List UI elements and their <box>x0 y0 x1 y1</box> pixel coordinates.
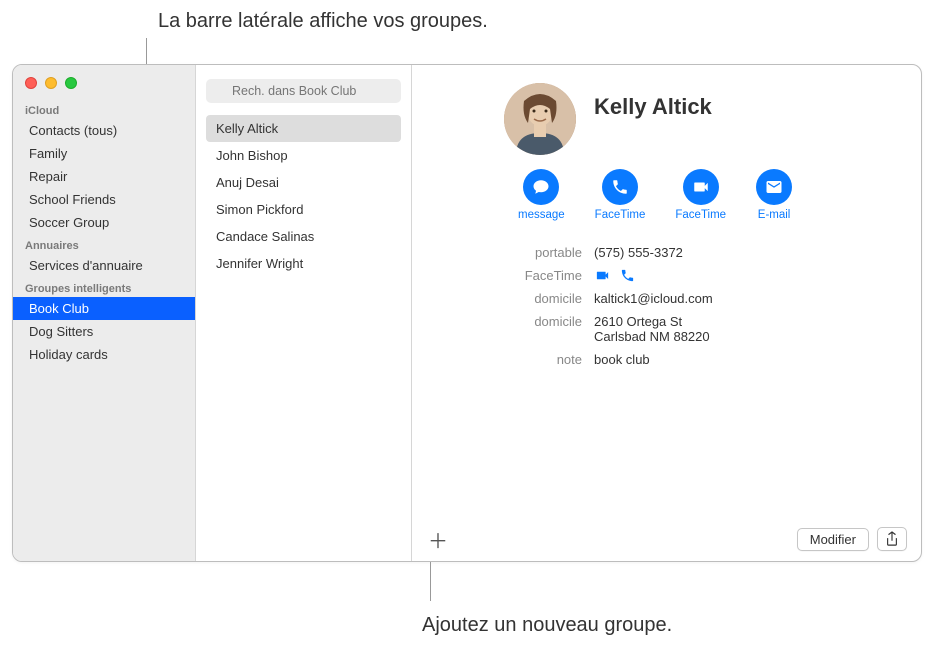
bottom-toolbar: ＋ Modifier <box>412 517 921 561</box>
field-label-address: domicile <box>434 314 582 344</box>
sidebar-item-directory-services[interactable]: Services d'annuaire <box>13 254 195 277</box>
sidebar-section-header: iCloud <box>13 99 195 119</box>
field-value-mobile[interactable]: (575) 555-3372 <box>594 245 899 260</box>
sidebar-section-header: Groupes intelligents <box>13 277 195 297</box>
field-value-email[interactable]: kaltick1@icloud.com <box>594 291 899 306</box>
list-item[interactable]: John Bishop <box>206 142 401 169</box>
address-line: Carlsbad NM 88220 <box>594 329 899 344</box>
field-value-address[interactable]: 2610 Ortega St Carlsbad NM 88220 <box>594 314 899 344</box>
edit-button[interactable]: Modifier <box>797 528 869 551</box>
minimize-icon[interactable] <box>45 77 57 89</box>
add-button[interactable]: ＋ <box>426 527 450 551</box>
list-item[interactable]: Kelly Altick <box>206 115 401 142</box>
avatar <box>504 83 576 155</box>
plus-icon: ＋ <box>428 525 448 554</box>
callout-line-bottom <box>430 562 431 601</box>
contact-fields: portable (575) 555-3372 FaceTime domicil… <box>434 245 899 367</box>
action-label: E-mail <box>758 209 791 221</box>
sidebar-item-book-club[interactable]: Book Club <box>13 297 195 320</box>
envelope-icon <box>765 178 783 196</box>
sidebar-item-holiday-cards[interactable]: Holiday cards <box>13 343 195 366</box>
facetime-video-button[interactable]: FaceTime <box>675 169 726 221</box>
list-item[interactable]: Anuj Desai <box>206 169 401 196</box>
callout-top: La barre latérale affiche vos groupes. <box>158 10 488 33</box>
phone-icon[interactable] <box>619 268 636 283</box>
sidebar-item-all-contacts[interactable]: Contacts (tous) <box>13 119 195 142</box>
action-label: FaceTime <box>675 209 726 221</box>
sidebar-section-header: Annuaires <box>13 234 195 254</box>
action-label: FaceTime <box>595 209 646 221</box>
phone-icon <box>611 178 629 196</box>
message-button[interactable]: message <box>518 169 565 221</box>
email-button[interactable]: E-mail <box>756 169 792 221</box>
list-item[interactable]: Candace Salinas <box>206 223 401 250</box>
sidebar-item-school-friends[interactable]: School Friends <box>13 188 195 211</box>
sidebar-item-soccer-group[interactable]: Soccer Group <box>13 211 195 234</box>
search-input[interactable] <box>206 79 401 103</box>
video-icon[interactable] <box>594 268 611 283</box>
maximize-icon[interactable] <box>65 77 77 89</box>
facetime-audio-button[interactable]: FaceTime <box>595 169 646 221</box>
video-icon <box>692 178 710 196</box>
contact-detail: Kelly Altick message FaceTime FaceTime E… <box>412 65 921 561</box>
contact-name: Kelly Altick <box>594 94 712 120</box>
field-label-note: note <box>434 352 582 367</box>
callout-bottom: Ajoutez un nouveau groupe. <box>422 614 672 637</box>
share-button[interactable] <box>877 527 907 551</box>
field-value-facetime <box>594 268 899 283</box>
field-label-email: domicile <box>434 291 582 306</box>
share-icon <box>885 531 899 547</box>
sidebar-item-family[interactable]: Family <box>13 142 195 165</box>
close-icon[interactable] <box>25 77 37 89</box>
list-item[interactable]: Jennifer Wright <box>206 250 401 277</box>
sidebar-item-dog-sitters[interactable]: Dog Sitters <box>13 320 195 343</box>
field-value-note[interactable]: book club <box>594 352 899 367</box>
list-item[interactable]: Simon Pickford <box>206 196 401 223</box>
address-line: 2610 Ortega St <box>594 314 899 329</box>
sidebar: iCloud Contacts (tous) Family Repair Sch… <box>13 65 196 561</box>
contact-list: Kelly Altick John Bishop Anuj Desai Simo… <box>196 113 411 279</box>
traffic-lights <box>13 73 195 99</box>
action-label: message <box>518 209 565 221</box>
field-label-mobile: portable <box>434 245 582 260</box>
message-icon <box>532 178 550 196</box>
sidebar-item-repair[interactable]: Repair <box>13 165 195 188</box>
app-window: iCloud Contacts (tous) Family Repair Sch… <box>12 64 922 562</box>
field-label-facetime: FaceTime <box>434 268 582 283</box>
contact-list-column: Kelly Altick John Bishop Anuj Desai Simo… <box>196 65 412 561</box>
